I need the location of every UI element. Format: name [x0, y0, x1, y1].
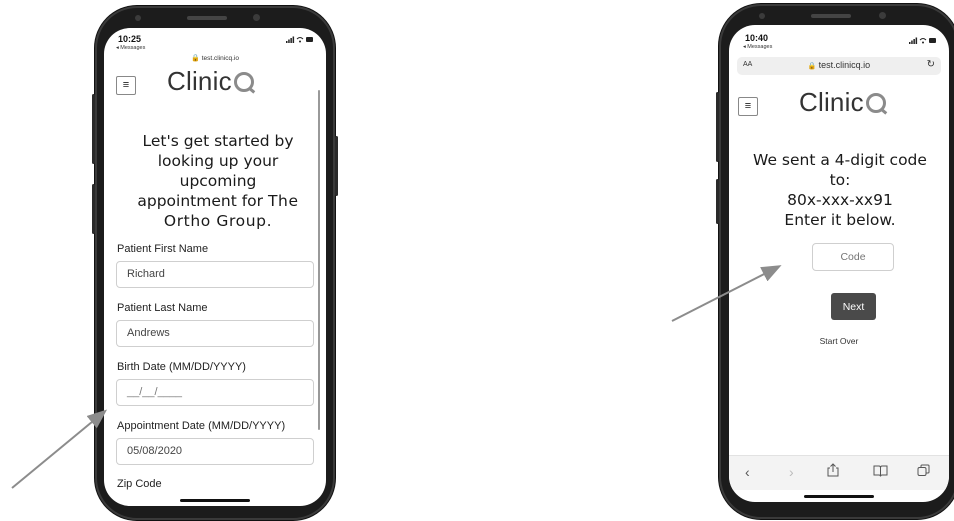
lock-icon: 🔒 — [807, 63, 817, 70]
address-text: test.clinicq.io — [818, 60, 871, 70]
hamburger-menu-button[interactable]: ≡ — [738, 97, 758, 116]
tabs-icon[interactable] — [917, 464, 930, 480]
logo-text: Clinic — [799, 87, 864, 117]
front-camera — [253, 14, 260, 21]
power-button — [335, 136, 338, 196]
home-indicator[interactable] — [180, 499, 250, 502]
left-screen: 10:25 ◂ Messages 🔒 test.clinicq.io ≡ Clin… — [104, 28, 326, 506]
start-over-link[interactable]: Start Over — [729, 336, 949, 346]
hamburger-menu-button[interactable]: ≡ — [116, 76, 136, 95]
right-phone-frame: 10:40 ◂ Messages AA 🔒 test.clinicq.io ↻ ≡… — [716, 4, 954, 519]
reload-icon[interactable]: ↻ — [927, 59, 935, 70]
volume-button — [716, 92, 719, 162]
intro-line: appointment for — [137, 192, 264, 210]
org-name: Ortho Group. — [163, 212, 273, 230]
home-indicator[interactable] — [804, 495, 874, 498]
safari-address-bar[interactable]: AA 🔒 test.clinicq.io ↻ — [737, 57, 941, 75]
next-button[interactable]: Next — [831, 293, 876, 320]
bixby-button — [92, 184, 95, 234]
org-name: The — [267, 192, 299, 210]
address-text: test.clinicq.io — [201, 55, 239, 62]
status-time: 10:40 — [745, 33, 769, 43]
back-to-messages-link[interactable]: ◂ Messages — [743, 44, 772, 50]
lock-icon: 🔒 — [191, 55, 200, 62]
intro-line: upcoming — [179, 172, 257, 190]
arrow-to-birth-date — [11, 409, 108, 489]
page-scrollbar[interactable] — [318, 90, 320, 430]
signal-wifi-battery-icon — [909, 37, 936, 44]
masked-phone-number: 80x-xxx-xx91 — [787, 191, 893, 209]
back-to-messages-link[interactable]: ◂ Messages — [116, 45, 145, 51]
front-camera — [879, 12, 886, 19]
safari-toolbar: ‹ › — [729, 455, 949, 490]
logo-q-icon — [233, 72, 254, 92]
last-name-input[interactable]: Andrews — [116, 320, 314, 347]
message-line: to: — [829, 171, 851, 189]
birth-date-label: Birth Date (MM/DD/YYYY) — [117, 361, 246, 373]
right-screen: 10:40 ◂ Messages AA 🔒 test.clinicq.io ↻ ≡… — [729, 25, 949, 502]
appointment-date-input[interactable]: 05/08/2020 — [116, 438, 314, 465]
zip-code-label: Zip Code — [117, 478, 162, 490]
appointment-date-label: Appointment Date (MM/DD/YYYY) — [117, 420, 286, 432]
status-time: 10:25 — [118, 34, 142, 44]
signal-wifi-battery-icon — [286, 36, 313, 43]
clinicq-logo: Clinic — [799, 87, 886, 118]
earpiece-speaker — [811, 14, 851, 18]
forward-chevron-icon[interactable]: › — [789, 464, 794, 480]
message-line: We sent a 4-digit code — [753, 151, 927, 169]
logo-q-icon — [865, 93, 886, 113]
address-bar[interactable]: 🔒 test.clinicq.io — [104, 54, 326, 62]
logo-text: Clinic — [167, 66, 232, 96]
left-phone-frame: 10:25 ◂ Messages 🔒 test.clinicq.io ≡ Clin… — [92, 6, 338, 520]
status-icons — [286, 36, 314, 45]
back-chevron-icon[interactable]: ‹ — [745, 464, 750, 480]
front-sensor — [759, 13, 765, 19]
clinicq-logo: Clinic — [167, 66, 254, 97]
share-icon[interactable] — [827, 463, 839, 480]
message-line: Enter it below. — [784, 211, 896, 229]
status-icons — [909, 37, 937, 46]
earpiece-speaker — [187, 16, 227, 20]
front-sensor — [135, 15, 141, 21]
first-name-label: Patient First Name — [117, 243, 209, 255]
birth-date-input[interactable]: __/__/____ — [116, 379, 314, 406]
bookmarks-icon[interactable] — [873, 464, 888, 480]
code-sent-message: We sent a 4-digit code to: 80x-xxx-xx91 … — [737, 150, 943, 230]
intro-line: looking up your — [157, 152, 279, 170]
bixby-button — [716, 179, 719, 224]
status-bar: 10:40 ◂ Messages — [729, 25, 949, 55]
last-name-label: Patient Last Name — [117, 302, 208, 314]
menu-icon: ≡ — [122, 79, 130, 91]
menu-icon: ≡ — [744, 100, 752, 112]
intro-heading: Let's get started by looking up your upc… — [118, 131, 318, 231]
code-input[interactable] — [812, 243, 894, 271]
volume-button — [92, 94, 95, 164]
intro-line: Let's get started by — [142, 132, 294, 150]
first-name-input[interactable]: Richard — [116, 261, 314, 288]
